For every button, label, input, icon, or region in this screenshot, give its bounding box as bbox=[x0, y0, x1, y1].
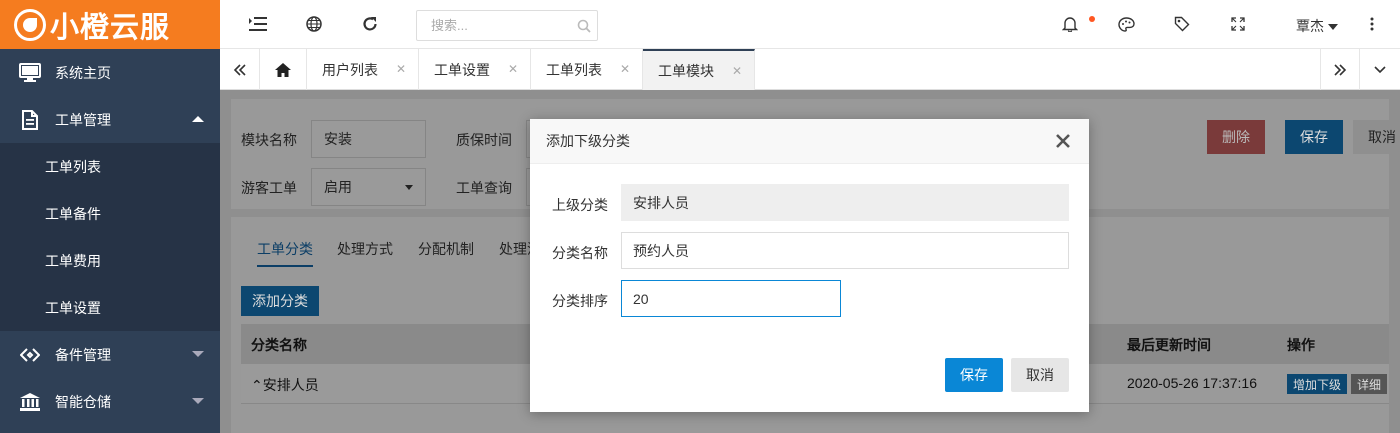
orange-logo-icon bbox=[14, 8, 46, 41]
parent-category-field bbox=[621, 184, 1069, 221]
caret-down-icon bbox=[405, 185, 413, 190]
dialog-title: 添加下级分类 bbox=[546, 133, 630, 149]
sidebar-subitem-ticket-fees[interactable]: 工单费用 bbox=[0, 237, 220, 284]
double-chevron-right-icon bbox=[1334, 63, 1347, 76]
col-header-updated: 最后更新时间 bbox=[1127, 337, 1211, 353]
more-vertical-icon[interactable] bbox=[1362, 14, 1382, 34]
ticket-query-label: 工单查询 bbox=[456, 180, 512, 196]
top-bar: 覃杰 bbox=[220, 0, 1400, 49]
sidebar-item-label: 系统主页 bbox=[55, 64, 111, 81]
bell-icon[interactable] bbox=[1060, 14, 1080, 34]
sidebar-item-ticket-management[interactable]: 工单管理 bbox=[0, 96, 220, 143]
chevron-up-icon bbox=[192, 116, 204, 122]
guest-ticket-select[interactable]: 启用 bbox=[311, 168, 426, 206]
tab-options-button[interactable] bbox=[1360, 49, 1400, 90]
sidebar: 系统主页 工单管理 工单列表 工单备件 工单费用 工单设置 备件管理 智能仓储 bbox=[0, 49, 220, 433]
chevron-down-icon bbox=[192, 398, 204, 404]
sidebar-item-home[interactable]: 系统主页 bbox=[0, 49, 220, 96]
module-name-label: 模块名称 bbox=[241, 132, 297, 148]
tab-home[interactable] bbox=[260, 49, 307, 90]
tab-label: 工单模块 bbox=[658, 62, 714, 79]
category-order-field[interactable] bbox=[621, 280, 841, 317]
brand-logo: 小橙云服 bbox=[0, 0, 220, 49]
refresh-icon[interactable] bbox=[360, 14, 380, 34]
sidebar-subitem-ticket-parts[interactable]: 工单备件 bbox=[0, 190, 220, 237]
sidebar-item-label: 工单管理 bbox=[55, 111, 111, 128]
tab-label: 工单设置 bbox=[434, 61, 490, 78]
palette-icon[interactable] bbox=[1116, 14, 1136, 34]
search-input[interactable] bbox=[416, 10, 598, 41]
tab-label: 用户列表 bbox=[322, 61, 378, 78]
dialog-save-button[interactable]: 保存 bbox=[945, 358, 1003, 392]
sidebar-subitem-ticket-list[interactable]: 工单列表 bbox=[0, 143, 220, 190]
close-icon[interactable]: ✕ bbox=[732, 64, 742, 78]
tab-ticket-module[interactable]: 工单模块 ✕ bbox=[643, 49, 755, 90]
add-subcategory-dialog: 添加下级分类 上级分类 分类名称 分类排序 保存 取消 bbox=[530, 119, 1089, 412]
caret-down-icon bbox=[1328, 24, 1338, 31]
add-category-button[interactable]: 添加分类 bbox=[241, 286, 319, 316]
monitor-icon bbox=[18, 62, 42, 83]
tab-label: 工单列表 bbox=[546, 61, 602, 78]
updated-time-cell: 2020-05-26 17:37:16 bbox=[1127, 375, 1257, 391]
category-name-label: 分类名称 bbox=[552, 245, 608, 261]
parent-category-label: 上级分类 bbox=[552, 197, 608, 213]
sidebar-item-label: 备件管理 bbox=[55, 346, 111, 363]
delete-button[interactable]: 删除 bbox=[1207, 120, 1265, 154]
cancel-button[interactable]: 取消 bbox=[1353, 120, 1400, 154]
subtab-ticket-category[interactable]: 工单分类 bbox=[257, 239, 313, 267]
category-name-field[interactable] bbox=[621, 232, 1069, 269]
tab-scroll-right-button[interactable] bbox=[1320, 49, 1360, 90]
sidebar-item-label: 智能仓储 bbox=[55, 393, 111, 410]
diamond-icon bbox=[18, 347, 42, 363]
user-name: 覃杰 bbox=[1296, 18, 1324, 34]
close-icon[interactable]: ✕ bbox=[508, 62, 518, 76]
notification-dot bbox=[1089, 16, 1095, 22]
add-child-button[interactable]: 增加下级 bbox=[1287, 374, 1347, 394]
submenu-ticket-management: 工单列表 工单备件 工单费用 工单设置 bbox=[0, 143, 220, 331]
bank-icon bbox=[18, 392, 42, 412]
chevron-down-icon bbox=[192, 351, 204, 357]
tab-bar: 用户列表 ✕ 工单设置 ✕ 工单列表 ✕ 工单模块 ✕ bbox=[220, 49, 1400, 90]
close-icon[interactable]: ✕ bbox=[396, 62, 406, 76]
detail-button[interactable]: 详细 bbox=[1351, 374, 1387, 394]
save-button[interactable]: 保存 bbox=[1285, 120, 1343, 154]
user-menu[interactable]: 覃杰 bbox=[1296, 16, 1338, 36]
sidebar-item-smart-warehouse[interactable]: 智能仓储 bbox=[0, 378, 220, 425]
sidebar-subitem-ticket-settings[interactable]: 工单设置 bbox=[0, 284, 220, 331]
menu-collapse-icon[interactable] bbox=[248, 14, 268, 34]
category-order-label: 分类排序 bbox=[552, 293, 608, 309]
double-chevron-left-icon bbox=[233, 63, 246, 76]
tab-ticket-list[interactable]: 工单列表 ✕ bbox=[531, 49, 643, 90]
warranty-label: 质保时间 bbox=[456, 132, 512, 148]
tab-scroll-left-button[interactable] bbox=[220, 49, 260, 90]
col-header-name: 分类名称 bbox=[251, 337, 307, 353]
subtab-assign-mechanism[interactable]: 分配机制 bbox=[418, 239, 474, 259]
tag-icon[interactable] bbox=[1172, 14, 1192, 34]
col-header-actions: 操作 bbox=[1287, 337, 1315, 353]
close-icon[interactable]: ✕ bbox=[620, 62, 630, 76]
close-icon[interactable] bbox=[1053, 131, 1073, 151]
globe-icon[interactable] bbox=[304, 14, 324, 34]
category-name-cell[interactable]: ⌃安排人员 bbox=[251, 375, 319, 395]
document-icon bbox=[18, 109, 42, 130]
dialog-cancel-button[interactable]: 取消 bbox=[1011, 358, 1069, 392]
sidebar-item-parts-management[interactable]: 备件管理 bbox=[0, 331, 220, 378]
search-icon[interactable] bbox=[574, 16, 594, 36]
chevron-down-icon bbox=[1374, 65, 1386, 73]
module-name-input[interactable]: 安装 bbox=[311, 120, 426, 158]
select-value: 启用 bbox=[324, 179, 352, 195]
guest-ticket-label: 游客工单 bbox=[241, 180, 297, 196]
home-icon bbox=[275, 62, 291, 77]
tab-user-list[interactable]: 用户列表 ✕ bbox=[307, 49, 419, 90]
brand-name: 小橙云服 bbox=[50, 9, 171, 44]
tab-ticket-settings[interactable]: 工单设置 ✕ bbox=[419, 49, 531, 90]
subtab-handling-method[interactable]: 处理方式 bbox=[337, 239, 393, 259]
dialog-header: 添加下级分类 bbox=[530, 119, 1089, 164]
fullscreen-icon[interactable] bbox=[1228, 14, 1248, 34]
